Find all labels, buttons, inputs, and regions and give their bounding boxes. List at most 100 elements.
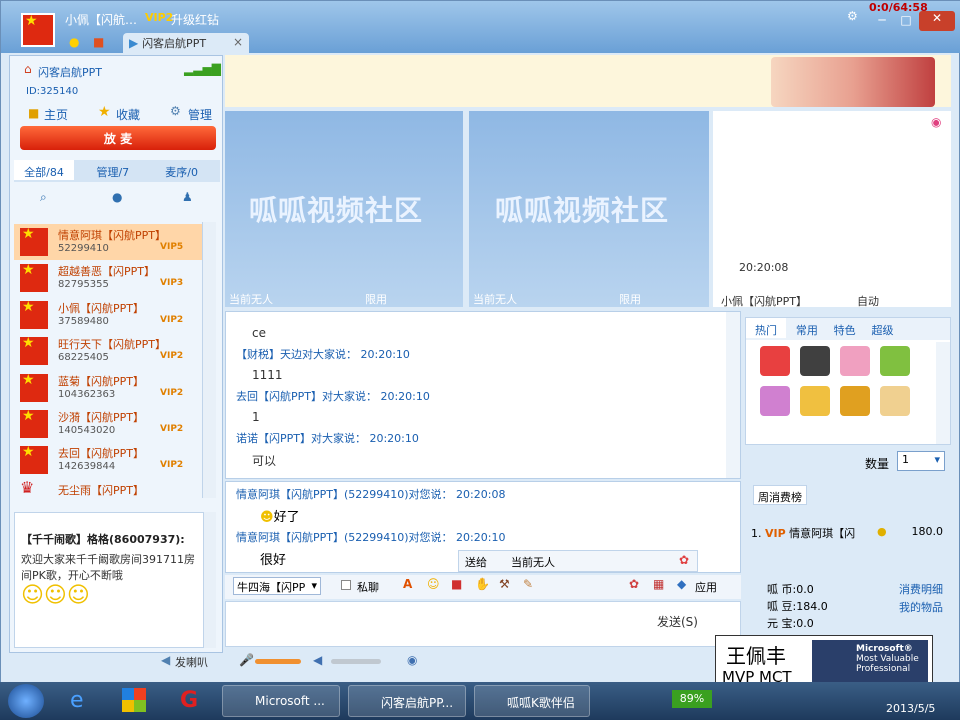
gift-item[interactable]	[880, 346, 910, 376]
close-button[interactable]: ✕	[919, 11, 955, 31]
quantity-select[interactable]: 1 ▾	[897, 451, 945, 471]
maximize-button[interactable]: □	[895, 13, 917, 29]
contact-item[interactable]: 超越善恶【闪PPT】 82795355 VIP3	[14, 260, 206, 296]
taskbar-item-karaoke[interactable]: 呱呱K歌伴侣	[474, 685, 590, 717]
video-mode[interactable]: 限用	[619, 291, 641, 307]
private-chat: 情意阿琪【闪航PPT】(52299410)对您说： 20:20:08 ☻好了 情…	[225, 481, 741, 573]
public-chat-scrollbar[interactable]	[726, 312, 740, 478]
gift-tab[interactable]: 特色	[828, 322, 862, 338]
video-watermark: 呱呱视频社区	[249, 194, 424, 227]
user-avatar[interactable]	[21, 13, 55, 47]
tab-all[interactable]: 全部/84	[14, 160, 74, 180]
message-header: 诺诺【闪PPT】对大家说： 20:20:10	[236, 432, 419, 445]
flag-avatar	[20, 228, 48, 256]
font-icon[interactable]: A	[403, 577, 412, 591]
star-icon[interactable]: ★	[98, 104, 111, 120]
gear-icon[interactable]: ⚙	[170, 104, 181, 118]
taskbar-item-label: 呱呱K歌伴侣	[507, 696, 575, 710]
gift-item[interactable]	[760, 386, 790, 416]
title-user-name: 小佩【闪航…	[65, 13, 138, 27]
hand-icon[interactable]: ✋	[475, 577, 490, 591]
contact-name: 去回【闪航PPT】	[58, 447, 144, 460]
color-wheel-icon[interactable]: ◉	[931, 115, 941, 129]
taskbar-item-excel[interactable]: Microsoft ...	[222, 685, 340, 717]
main-window: 小佩【闪航… VIP2 升级红钻 ● ■ ▶ 闪客启航PPT × ⚙ 0:0/6…	[0, 0, 960, 691]
gift-icon[interactable]: ✿	[679, 553, 689, 567]
mic-volume-slider[interactable]	[255, 659, 301, 664]
house-icon: ⌂	[24, 62, 32, 76]
home-link[interactable]: 主页	[44, 106, 68, 123]
tab-queue[interactable]: 麦序/0	[152, 164, 212, 180]
weekly-rank-tab[interactable]: 周消费榜	[753, 485, 807, 505]
calendar-icon[interactable]: ▦	[653, 577, 664, 591]
gift-item[interactable]	[800, 346, 830, 376]
mic-button[interactable]: 放 麦	[20, 126, 216, 150]
speaker-icon[interactable]: ◀	[161, 653, 170, 667]
chat-target-select[interactable]: 牛四海【闪PP ▾	[233, 577, 321, 595]
apply-label[interactable]: 应用	[695, 579, 717, 595]
volume-icon[interactable]: ◀	[313, 653, 322, 667]
taskbar-item-room[interactable]: 闪客启航PP...	[348, 685, 466, 717]
gift-tab[interactable]: 热门	[746, 318, 786, 338]
search-icon[interactable]: ⌕	[40, 190, 47, 205]
contact-item[interactable]: ♛ 无尘雨【闪PPT】	[14, 478, 206, 498]
hammer-icon[interactable]: ⚒	[499, 577, 510, 591]
manage-link[interactable]: 管理	[188, 106, 212, 123]
private-checkbox[interactable]	[341, 580, 351, 590]
consumption-details-link[interactable]: 消费明细	[899, 581, 943, 597]
taskbar-item-label: 闪客启航PP...	[381, 696, 454, 710]
location-icon[interactable]: ●	[112, 190, 122, 204]
home-icon[interactable]: ■	[28, 106, 39, 120]
contact-scrollbar[interactable]	[202, 222, 216, 498]
gift-item[interactable]	[840, 346, 870, 376]
badge-line: Professional	[856, 664, 911, 674]
close-tab-icon[interactable]: ×	[233, 35, 243, 49]
send-button[interactable]: 发送(S)	[657, 613, 721, 633]
gift-item[interactable]	[800, 386, 830, 416]
contact-item[interactable]: 旺行天下【闪航PPT】 68225405 VIP2	[14, 333, 206, 369]
send-to-value[interactable]: 当前无人	[511, 554, 555, 570]
notice-body: 欢迎大家来千千阚歌房间391711房间PK歌，开心不断哦	[21, 553, 195, 582]
windows-icon[interactable]	[122, 688, 146, 712]
upgrade-link[interactable]: 升级红钻	[171, 11, 219, 28]
app-g-icon[interactable]: G	[180, 688, 198, 713]
my-items-link[interactable]: 我的物品	[899, 599, 943, 615]
record-icon[interactable]: ◉	[407, 653, 417, 667]
gift-item[interactable]	[840, 386, 870, 416]
speaker-volume-slider[interactable]	[331, 659, 381, 664]
gift-item[interactable]	[880, 386, 910, 416]
video-mode[interactable]: 限用	[365, 291, 387, 307]
present-icon[interactable]: ■	[451, 577, 462, 591]
box-icon[interactable]: ■	[93, 35, 104, 49]
room-tab[interactable]: ▶ 闪客启航PPT ×	[123, 33, 249, 53]
battery-indicator[interactable]: 89%	[672, 690, 712, 708]
brush-icon[interactable]: ✎	[523, 577, 533, 591]
contact-item[interactable]: 去回【闪航PPT】 142639844 VIP2	[14, 442, 206, 478]
rank-row: 1. VIP 情意阿琪【闪 ● 180.0	[751, 525, 947, 543]
contact-item[interactable]: 沙漪【闪航PPT】 140543020 VIP2	[14, 406, 206, 442]
settings-icon[interactable]: ⚙	[847, 9, 858, 23]
gift-item[interactable]	[760, 346, 790, 376]
notice-scrollbar[interactable]	[204, 512, 216, 648]
gift-scrollbar[interactable]	[936, 342, 950, 444]
banner-ad-image[interactable]	[771, 57, 935, 107]
emoji-icon[interactable]: ☺	[427, 577, 440, 591]
tab-admin[interactable]: 管理/7	[78, 164, 148, 180]
ie-icon[interactable]: e	[70, 688, 84, 713]
contact-item[interactable]: 小佩【闪航PPT】 37589480 VIP2	[14, 297, 206, 333]
flower-icon[interactable]: ✿	[629, 577, 639, 591]
favorite-link[interactable]: 收藏	[116, 106, 140, 123]
add-user-icon[interactable]: ♟	[182, 190, 193, 204]
contact-name: 无尘雨【闪PPT】	[58, 484, 144, 497]
minimize-button[interactable]: ─	[871, 13, 893, 29]
contact-item[interactable]: 蓝菊【闪航PPT】 104362363 VIP2	[14, 370, 206, 406]
mic-icon[interactable]: 🎤	[239, 653, 254, 667]
contact-item[interactable]: 情意阿琪【闪航PPT】 52299410 VIP5	[14, 224, 206, 260]
video-mode[interactable]: 自动	[857, 293, 879, 309]
start-button[interactable]	[8, 684, 44, 718]
gift-tab[interactable]: 超级	[865, 322, 899, 338]
speaker-label[interactable]: 发喇叭	[175, 654, 208, 670]
gift-tab[interactable]: 常用	[790, 322, 824, 338]
apps-icon[interactable]: ◆	[677, 577, 686, 591]
coin-icon[interactable]: ●	[69, 35, 79, 49]
